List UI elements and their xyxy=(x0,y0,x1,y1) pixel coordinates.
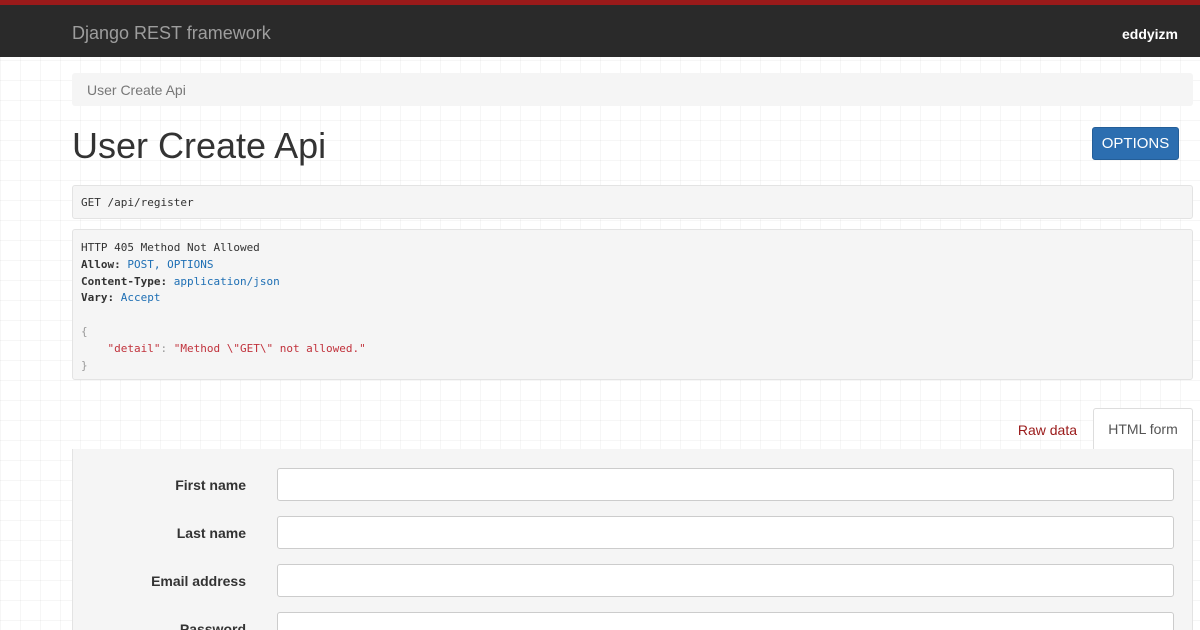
first-name-label: First name xyxy=(175,477,246,493)
content-tabs: Raw data HTML form xyxy=(72,408,1193,450)
response-header: Content-Type: application/json xyxy=(81,274,280,288)
json-key: "detail" xyxy=(107,341,161,355)
json-value: "Method \"GET\" not allowed." xyxy=(173,341,366,355)
request-info: GET /api/register xyxy=(72,185,1193,219)
json-detail-line: "detail": "Method \"GET\" not allowed." xyxy=(81,341,1184,358)
email-address-input[interactable] xyxy=(277,564,1174,597)
user-menu[interactable]: eddyizm xyxy=(1122,26,1178,42)
header-value: application/json xyxy=(173,274,280,288)
json-close-brace: } xyxy=(81,358,88,372)
header-value: POST, OPTIONS xyxy=(127,257,214,271)
header-value: Accept xyxy=(120,291,161,305)
json-open-brace: { xyxy=(81,324,88,338)
header-name: Allow xyxy=(81,257,115,271)
header-name: Content-Type xyxy=(81,274,161,288)
header-name: Vary xyxy=(81,291,108,305)
last-name-input[interactable] xyxy=(277,516,1174,549)
json-separator: : xyxy=(160,341,174,355)
tab-raw-data[interactable]: Raw data xyxy=(1018,422,1077,438)
password-input[interactable] xyxy=(277,612,1174,630)
password-label: Password xyxy=(179,621,246,630)
navbar: Django REST framework eddyizm xyxy=(0,0,1200,57)
response-header: Allow: POST, OPTIONS xyxy=(81,257,214,271)
response-status: HTTP 405 Method Not Allowed xyxy=(81,241,260,254)
first-name-input[interactable] xyxy=(277,468,1174,501)
last-name-label: Last name xyxy=(176,525,246,541)
request-line: GET /api/register xyxy=(81,196,194,209)
page-title: User Create Api xyxy=(72,125,327,166)
response-header: Vary: Accept xyxy=(81,291,161,305)
response-info: HTTP 405 Method Not Allowed Allow: POST,… xyxy=(72,229,1193,380)
html-form: First name Last name Email address Passw… xyxy=(72,449,1193,630)
options-button[interactable]: OPTIONS xyxy=(1092,127,1179,160)
breadcrumb: User Create Api xyxy=(72,73,1193,106)
breadcrumb-item-current: User Create Api xyxy=(87,82,186,98)
tab-html-form[interactable]: HTML form xyxy=(1093,408,1193,450)
brand-link[interactable]: Django REST framework xyxy=(72,23,271,44)
email-address-label: Email address xyxy=(151,573,246,589)
